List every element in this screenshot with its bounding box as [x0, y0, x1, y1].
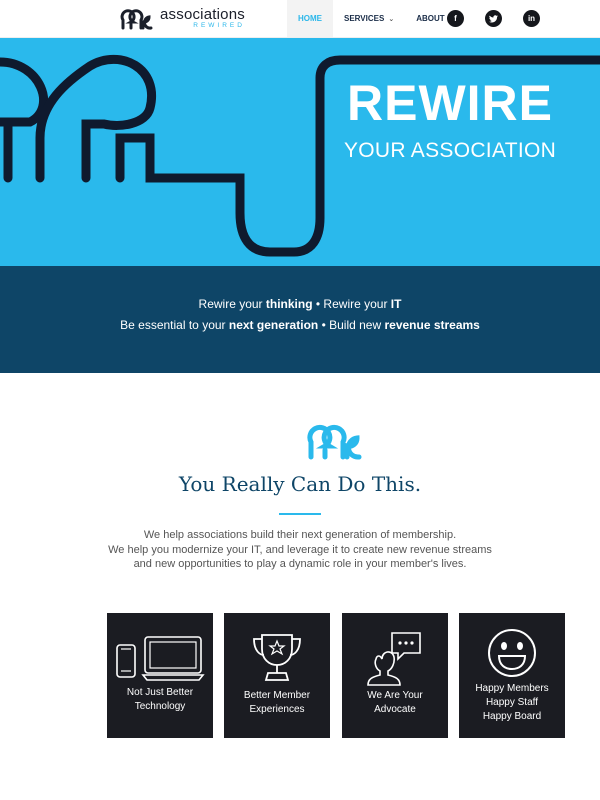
tagline-1-part-a: Rewire your [198, 297, 266, 311]
nav-home-label: HOME [298, 14, 322, 23]
card-happy-line-1: Happy Members [475, 683, 549, 694]
hero-banner: REWIRE YOUR ASSOCIATION [0, 38, 600, 266]
tagline-1-bold-b: IT [390, 297, 402, 311]
smiley-icon [488, 629, 536, 677]
card-experiences-line-1: Better Member [243, 690, 311, 701]
twitter-bird-icon [489, 14, 498, 23]
tagline-1-part-c: • Rewire your [312, 297, 391, 311]
tagline-2-bold-a: next generation [228, 318, 319, 332]
card-technology-line-1: Not Just Better [126, 687, 194, 698]
card-experiences-line-2: Experiences [249, 704, 305, 715]
card-experiences[interactable]: Better Member Experiences [224, 613, 330, 738]
card-happy-label: Happy Members Happy Staff Happy Board [463, 682, 561, 724]
tagline-line-1: Rewire your thinking • Rewire your IT [0, 294, 600, 315]
card-advocate-line-2: Advocate [374, 704, 416, 715]
card-happy[interactable]: Happy Members Happy Staff Happy Board [459, 613, 565, 738]
card-advocate-label: We Are Your Advocate [346, 689, 444, 717]
logo-wordmark: associations [160, 5, 245, 23]
intro-divider [279, 513, 321, 515]
twitter-icon[interactable] [485, 10, 502, 27]
intro-line-2: We help you modernize your IT, and lever… [108, 543, 492, 556]
card-experiences-label: Better Member Experiences [228, 689, 326, 717]
tagline-line-2: Be essential to your next generation • B… [0, 315, 600, 336]
logo-tagline: REWIRED [193, 21, 245, 29]
intro-line-3: and new opportunities to play a dynamic … [133, 558, 467, 570]
site-header: associations REWIRED HOME SERVICES ⌄ ABOU… [0, 0, 600, 38]
nav-services-label: SERVICES [344, 14, 385, 23]
tagline-2-part-c: • Build new [318, 318, 385, 332]
logo-mark-icon [120, 9, 153, 30]
nav-about-label: ABOUT [416, 14, 445, 23]
card-technology-label: Not Just Better Technology [111, 686, 209, 714]
intro-heading: You Really Can Do This. [178, 472, 422, 496]
linkedin-icon[interactable]: in [523, 10, 540, 27]
tagline-1-bold-a: thinking [265, 297, 313, 311]
card-advocate-line-1: We Are Your [367, 690, 423, 701]
chevron-down-icon: ⌄ [388, 15, 395, 23]
intro-paragraph: We help associations build their next ge… [0, 528, 600, 572]
card-happy-line-3: Happy Board [482, 711, 542, 722]
intro-line-1: We help associations build their next ge… [143, 529, 457, 541]
card-technology-line-2: Technology [134, 701, 186, 712]
nav-item-home[interactable]: HOME [287, 0, 333, 37]
nav-item-services[interactable]: SERVICES ⌄ [333, 0, 405, 37]
trophy-icon [253, 634, 301, 681]
card-advocate[interactable]: We Are Your Advocate [342, 613, 448, 738]
tagline-band: Rewire your thinking • Rewire your IT Be… [0, 266, 600, 373]
hero-title: REWIRE [347, 75, 553, 131]
devices-icon [116, 636, 205, 681]
site-logo[interactable]: associations REWIRED [120, 6, 245, 30]
facebook-glyph: f [454, 14, 457, 23]
facebook-icon[interactable]: f [447, 10, 464, 27]
intro-logo-mark-icon [307, 424, 362, 460]
tagline-2-bold-b: revenue streams [384, 318, 480, 332]
speaker-icon [367, 632, 421, 686]
tagline-2-part-a: Be essential to your [120, 318, 229, 332]
main-nav: HOME SERVICES ⌄ ABOUT [287, 0, 456, 37]
card-technology[interactable]: Not Just Better Technology [107, 613, 213, 738]
hero-subtitle: YOUR ASSOCIATION [343, 139, 557, 162]
card-happy-line-2: Happy Staff [485, 697, 539, 708]
linkedin-glyph: in [527, 14, 536, 23]
